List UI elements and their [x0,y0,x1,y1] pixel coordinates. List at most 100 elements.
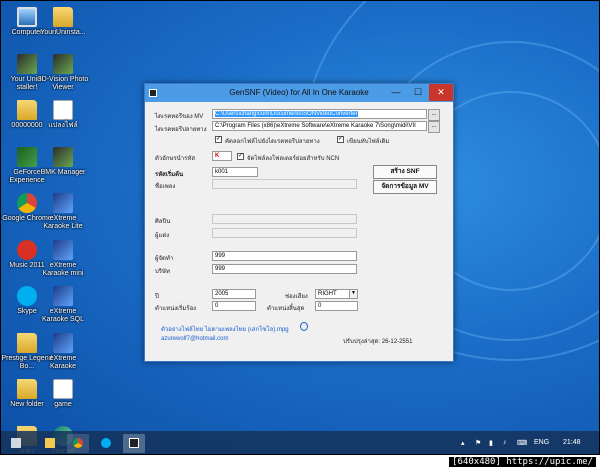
desktop-icon[interactable]: eXtreme Karaoke mini [37,239,89,278]
artist-field[interactable] [212,214,357,224]
app1-icon [17,53,37,74]
ncn-label: จัดไฟล์ลงโฟลเดอร์ย่อยสำหรับ NCN [247,156,340,162]
copy-files-checkbox[interactable]: ✓ [215,136,222,143]
year-label: ปี [155,294,159,300]
author-label: ผู้แต่ง [155,233,170,239]
tray-volume-icon[interactable]: ♪ [503,439,507,446]
song-name-label: ชื่อเพลง [155,184,176,190]
taskbar-gensnf[interactable] [123,434,145,453]
company-label: บริษัท [155,269,170,275]
desktop-icon[interactable]: 3D-Vision Photo Viewer [37,53,89,92]
prefix-field[interactable]: K [212,151,232,161]
window-title: GenSNF (Video) for All In One Karaoke [229,88,369,97]
clock[interactable]: 21:48 [563,439,581,446]
desktop-icon[interactable]: game [37,379,89,409]
folder-icon [17,332,37,353]
taskbar-chrome[interactable] [67,434,89,453]
windows-logo-icon [11,438,21,448]
email-link[interactable]: azurewolf7@hotmail.com [161,336,228,342]
sample-file-link[interactable]: ตัวอย่างไฟล์ไทย ไม่ตามเพลงไทย (เสกโซโล).… [161,324,289,334]
vocal-pos-field[interactable]: 0 [212,301,256,311]
close-button[interactable]: ✕ [429,84,453,101]
taskbar-explorer[interactable] [39,434,61,453]
desktop-icon-label: game [54,401,72,408]
chrome-icon [17,193,37,213]
image-caption: [640x480] https://upic.me/ [0,455,600,469]
desktop-icon-label: eXtreme Karaoke [49,354,77,370]
vocal-pos-label: ตำแหน่งเริ่มร้อง [155,306,197,312]
tray-keyboard-icon[interactable]: ⌨ [517,439,527,447]
folder-icon [53,7,73,27]
desktop-icon[interactable]: แปลงไฟล์ [37,100,89,130]
pc-icon [17,7,37,27]
author-field[interactable] [212,228,357,238]
overwrite-label: เขียนทับไฟล์เดิม [347,139,390,145]
create-snf-button[interactable]: สร้าง SNF [373,165,437,179]
prefix-label: ตัวอักษรนำรหัส [155,156,195,162]
desktop-icon-label: BMK Manager [40,168,86,176]
manage-mv-button[interactable]: จัดการข้อมูล MV [373,180,437,194]
desktop-icon[interactable]: YouriUninsta... [37,7,89,37]
start-button[interactable] [5,434,27,453]
ncn-checkbox[interactable]: ✓ [237,153,244,160]
kara-icon [53,286,73,306]
app1-icon [53,146,73,167]
composer-label: ผู้จัดทำ [155,256,174,262]
info-icon [300,322,308,331]
chrome-icon [73,438,83,448]
year-field[interactable]: 2005 [212,289,256,299]
maximize-button[interactable]: ☐ [407,84,429,101]
language-indicator[interactable]: ENG [534,439,549,446]
code-start-label: รหัสเริ่มต้น [155,172,184,178]
tray-chevron-icon[interactable]: ▴ [461,439,465,447]
taskbar-skype[interactable] [95,434,117,453]
kara-icon [53,193,73,213]
song-name-field[interactable] [212,179,357,189]
end-pos-label: ตำแหน่งสิ้นสุด [267,306,305,312]
composer-field[interactable]: 999 [212,251,357,261]
taskbar: ▴ ⚑ ▮ ♪ ⌨ ENG 21:48 [1,431,599,454]
dest-folder-field[interactable]: C:\Program Files (x86)\eXtreme Software\… [212,121,427,131]
minimize-button[interactable]: — [385,84,407,101]
desktop-icon[interactable]: eXtreme Karaoke Lite [37,193,89,231]
kara-icon [53,332,73,353]
app1-icon [53,53,73,74]
gensnf-window: GenSNF (Video) for All In One Karaoke — … [144,83,454,362]
company-field[interactable]: 999 [212,264,357,274]
skype-icon [101,438,111,448]
folder-icon [45,438,55,448]
desktop-icon-label: eXtreme Karaoke Lite [43,215,83,230]
red-icon [17,239,37,260]
channel-value: RIGHT [318,291,337,297]
app2-icon [17,146,37,167]
mv-folder-browse-button[interactable]: ... [428,109,440,121]
app-icon [149,89,157,97]
mv-folder-label: ไดเรคทอรีของ MV [155,114,204,120]
desktop: Computer YouriUninsta... Your Unin-staller… [0,0,600,455]
dest-folder-browse-button[interactable]: ... [428,121,440,133]
desktop-icon-label: 3D-Vision Photo Viewer [37,75,89,91]
desktop-icon[interactable]: eXtreme Karaoke [37,332,89,371]
window-titlebar[interactable]: GenSNF (Video) for All In One Karaoke — … [145,84,453,102]
overwrite-checkbox[interactable]: ✓ [337,136,344,143]
tray-flag-icon[interactable]: ⚑ [475,439,481,447]
channel-select[interactable]: RIGHT ▼ [315,289,358,299]
chevron-down-icon[interactable]: ▼ [349,290,357,298]
copy-files-label: คัดลอกไฟล์ไปยังไดเรคทอรีปลายทาง [225,139,320,145]
code-start-field[interactable]: k001 [212,167,258,177]
gensnf-icon [129,438,139,448]
end-pos-field[interactable]: 0 [315,301,358,311]
desktop-icon-label: แปลงไฟล์ [48,122,78,129]
dest-folder-label: ไดเรคทอรีปลายทาง [155,127,207,133]
desktop-icon-label: eXtreme Karaoke SQL [41,308,85,323]
folder-icon [17,100,37,120]
desktop-icon-label: eXtreme Karaoke mini [42,261,84,277]
mv-folder-field[interactable]: C:\Users\chang\com\Documents\SONVideoCon… [212,109,427,119]
artist-label: ศิลปิน [155,219,171,225]
tray-network-icon[interactable]: ▮ [489,439,493,447]
desktop-icon-label: YouriUninsta... [40,29,86,36]
desktop-icon[interactable]: eXtreme Karaoke SQL [37,286,89,324]
updated-label: ปรับปรุงล่าสุด: 26-12-2551 [343,339,413,345]
skype-icon [17,286,37,306]
desktop-icon[interactable]: BMK Manager [37,146,89,177]
